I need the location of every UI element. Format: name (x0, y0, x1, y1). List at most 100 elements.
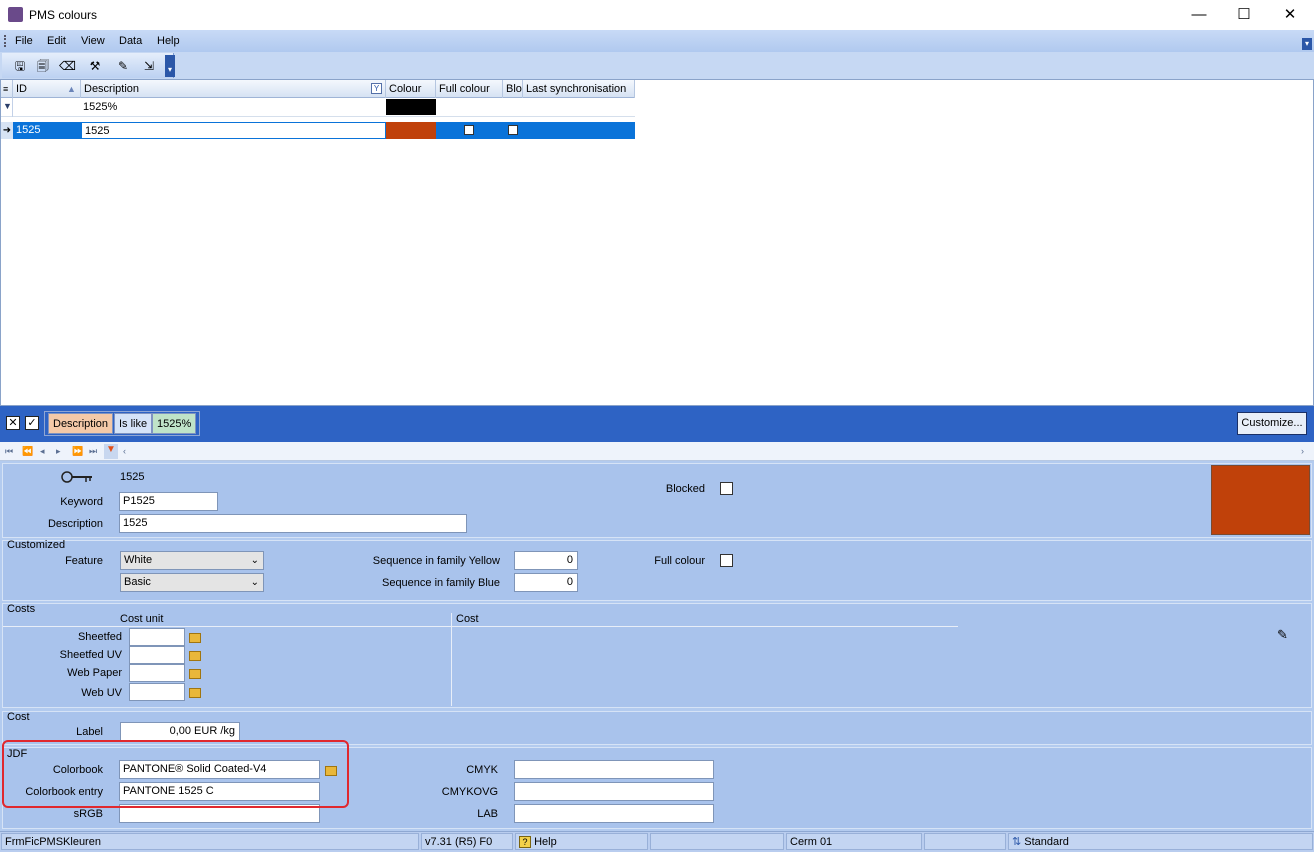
web-paper-cost-field[interactable] (129, 664, 185, 682)
grid-filter-row: ▼ 1525% (1, 98, 635, 117)
cmyk-field[interactable] (514, 760, 714, 779)
menu-edit[interactable]: Edit (47, 35, 66, 47)
cmykovg-field[interactable] (514, 782, 714, 801)
cell-blocked-checkbox[interactable] (508, 125, 518, 138)
edit-icon[interactable]: ✎ (115, 58, 131, 74)
close-button[interactable]: ✕ (1267, 0, 1313, 30)
scroll-left-icon[interactable]: ‹ (123, 446, 126, 456)
app-icon (8, 7, 23, 22)
sheetfed-uv-cost-field[interactable] (129, 646, 185, 664)
key-icon (60, 470, 94, 484)
sheetfed-cost-field[interactable] (129, 628, 185, 646)
folder-icon[interactable] (189, 669, 201, 679)
prev-record-icon[interactable]: ◂ (40, 446, 45, 457)
nav-filter-icon[interactable]: ▼ (104, 444, 118, 459)
seq-yellow-field[interactable]: 0 (514, 551, 578, 570)
window-title: PMS colours (29, 8, 98, 22)
status-company: Cerm 01 (786, 833, 922, 850)
filter-field[interactable]: Description (48, 413, 114, 434)
costs-divider (3, 626, 451, 627)
cost-row-label: Sheetfed UV (59, 649, 122, 661)
full-colour-checkbox[interactable] (720, 554, 733, 567)
colour-swatch[interactable] (1211, 465, 1310, 535)
cost-label-label: Label (76, 726, 103, 738)
cost-row-label: Sheetfed (77, 631, 122, 643)
menu-view[interactable]: View (81, 35, 105, 47)
filter-colour-swatch[interactable] (386, 99, 436, 115)
column-header-id[interactable]: ID ▲ (13, 80, 81, 98)
save-icon[interactable]: 🖫 (12, 58, 28, 74)
filter-description[interactable]: 1525% (83, 101, 117, 113)
status-help-label: Help (534, 836, 557, 848)
prev-page-icon[interactable]: ⏪ (22, 446, 33, 457)
chevron-down-icon: ⌄ (250, 555, 259, 566)
cost-row-label: Web UV (81, 687, 122, 699)
maximize-button[interactable]: ☐ (1221, 0, 1267, 30)
edit-cost-icon[interactable]: ✎ (1277, 628, 1293, 642)
title-bar: PMS colours — ☐ ✕ (0, 0, 1314, 30)
keyword-field[interactable]: P1525 (119, 492, 218, 511)
srgb-label: sRGB (73, 808, 103, 820)
status-form-name: FrmFicPMSKleuren (1, 833, 419, 850)
menu-data[interactable]: Data (119, 35, 142, 47)
first-record-icon[interactable]: ⏮ (5, 446, 13, 457)
current-row-arrow-icon: ➜ (1, 122, 13, 139)
column-header-last-sync[interactable]: Last synchronisation (523, 80, 635, 98)
clean-icon[interactable]: ⚒ (87, 58, 103, 74)
toolbar-overflow-icon[interactable]: ▾ (165, 55, 175, 77)
clear-filter-icon[interactable]: ✕ (6, 416, 20, 430)
eraser-icon[interactable]: ⌫ (59, 58, 76, 74)
column-header-description[interactable]: Description Y (81, 80, 386, 98)
status-mode[interactable]: ⇅ Standard (1008, 833, 1313, 850)
lab-label: LAB (477, 808, 498, 820)
save-as-icon[interactable]: 🗐 (35, 58, 51, 74)
web-uv-cost-field[interactable] (129, 683, 185, 701)
column-header-full-colour[interactable]: Full colour (436, 80, 503, 98)
cost-header: Cost (456, 613, 479, 625)
folder-icon[interactable] (189, 651, 201, 661)
seq-yellow-label: Sequence in family Yellow (372, 555, 500, 567)
blocked-checkbox[interactable] (720, 482, 733, 495)
filter-value[interactable]: 1525% (152, 413, 197, 434)
filter-icon[interactable]: Y (371, 83, 382, 94)
menu-file[interactable]: File (15, 35, 33, 47)
scroll-right-icon[interactable]: › (1301, 446, 1304, 456)
record-navigator (0, 442, 1314, 461)
status-help[interactable]: ? Help (515, 833, 648, 850)
feature-select-1-value: White (124, 554, 153, 566)
layout-icon: ⇅ (1012, 836, 1022, 848)
seq-blue-field[interactable]: 0 (514, 573, 578, 592)
column-header-id-label: ID (16, 83, 27, 95)
blocked-label: Blocked (665, 483, 705, 495)
cell-description[interactable]: 1525 (81, 122, 386, 139)
column-chooser-icon[interactable]: ≡ (1, 80, 13, 98)
exit-icon[interactable]: ⇲ (141, 58, 157, 74)
cell-full-colour-checkbox[interactable] (464, 125, 474, 138)
feature-select-1[interactable]: White ⌄ (120, 551, 264, 570)
table-row[interactable]: ➜ 1525 1525 (1, 122, 635, 139)
minimize-button[interactable]: — (1176, 0, 1222, 30)
folder-icon[interactable] (189, 633, 201, 643)
filter-operator[interactable]: Is like (114, 413, 153, 434)
menu-overflow-icon[interactable]: ▾ (1302, 38, 1312, 50)
enable-filter-checkbox[interactable]: ✓ (25, 416, 39, 430)
column-header-colour[interactable]: Colour (386, 80, 436, 98)
description-field[interactable]: 1525 (119, 514, 467, 533)
lab-field[interactable] (514, 804, 714, 823)
next-page-icon[interactable]: ⏩ (72, 446, 83, 457)
cost-divider (452, 626, 958, 627)
feature-select-2[interactable]: Basic ⌄ (120, 573, 264, 592)
keyword-label: Keyword (60, 496, 103, 508)
filter-row-icon: ▼ (3, 101, 12, 111)
customize-button[interactable]: Customize... (1237, 412, 1307, 435)
menu-help[interactable]: Help (157, 35, 180, 47)
description-label: Description (47, 518, 103, 530)
next-record-icon[interactable]: ▸ (56, 446, 61, 457)
seq-blue-label: Sequence in family Blue (381, 577, 500, 589)
cost-title: Cost (7, 711, 30, 723)
last-record-icon[interactable]: ⏭ (89, 446, 97, 457)
cost-label-field[interactable]: 0,00 EUR /kg (120, 722, 240, 741)
folder-icon[interactable] (189, 688, 201, 698)
full-colour-label: Full colour (654, 555, 705, 567)
column-header-blocked[interactable]: Blo (503, 80, 523, 98)
